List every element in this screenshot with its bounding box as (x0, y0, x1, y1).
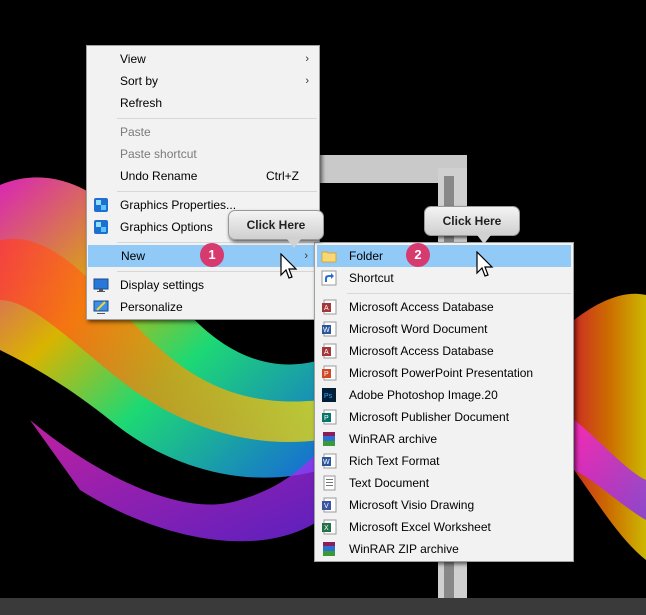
submenu-item-folder[interactable]: Folder (317, 245, 571, 267)
menu-item-label: Shortcut (349, 271, 394, 285)
folder-icon (321, 248, 337, 264)
menu-item-view[interactable]: View › (87, 48, 319, 70)
menu-item-label: Undo Rename (120, 169, 198, 183)
submenu-item-powerpoint[interactable]: P Microsoft PowerPoint Presentation (315, 362, 573, 384)
rtf-icon: W (321, 453, 337, 469)
menu-item-label: Text Document (349, 476, 430, 490)
excel-icon: X (321, 519, 337, 535)
svg-text:A: A (324, 305, 329, 312)
step-badge-2: 2 (406, 243, 430, 267)
menu-item-refresh[interactable]: Refresh (87, 92, 319, 114)
svg-text:Ps: Ps (324, 393, 333, 400)
step-badge-1: 1 (200, 243, 224, 267)
menu-separator (117, 191, 317, 192)
submenu-arrow-icon: › (304, 250, 308, 262)
powerpoint-icon: P (321, 365, 337, 381)
svg-text:W: W (323, 459, 330, 466)
menu-separator (347, 293, 571, 294)
visio-icon: V (321, 497, 337, 513)
menu-item-label: Folder (349, 249, 384, 263)
intel-graphics-icon (93, 219, 109, 235)
menu-separator (117, 118, 317, 119)
word-icon: W (321, 321, 337, 337)
menu-item-label: WinRAR archive (349, 432, 438, 446)
photoshop-icon: Ps (321, 387, 337, 403)
winrar-icon (321, 431, 337, 447)
menu-item-label: Graphics Options (120, 220, 213, 234)
access-icon: A (321, 299, 337, 315)
submenu-arrow-icon: › (305, 75, 309, 87)
winrar-zip-icon (321, 541, 337, 557)
submenu-item-access-database-2[interactable]: A Microsoft Access Database (315, 340, 573, 362)
menu-item-sort-by[interactable]: Sort by › (87, 70, 319, 92)
click-here-callout-1: Click Here (228, 210, 324, 248)
access-icon: A (321, 343, 337, 359)
submenu-item-winrar-archive[interactable]: WinRAR archive (315, 428, 573, 450)
svg-text:A: A (324, 349, 329, 356)
menu-item-label: Microsoft Excel Worksheet (349, 520, 491, 534)
submenu-item-rich-text[interactable]: W Rich Text Format (315, 450, 573, 472)
menu-item-label: Microsoft Access Database (349, 344, 494, 358)
menu-item-label: Microsoft Word Document (349, 322, 488, 336)
mouse-cursor-icon (476, 251, 494, 277)
menu-item-paste-shortcut[interactable]: Paste shortcut (87, 143, 319, 165)
publisher-icon: P (321, 409, 337, 425)
menu-item-label: Rich Text Format (349, 454, 440, 468)
menu-item-label: Paste shortcut (120, 147, 197, 161)
submenu-item-photoshop-image[interactable]: Ps Adobe Photoshop Image.20 (315, 384, 573, 406)
shortcut-icon (321, 270, 337, 286)
menu-item-label: Personalize (120, 300, 183, 314)
submenu-item-excel-worksheet[interactable]: X Microsoft Excel Worksheet (315, 516, 573, 538)
menu-item-label: Microsoft Access Database (349, 300, 494, 314)
submenu-item-winrar-zip[interactable]: WinRAR ZIP archive (315, 538, 573, 560)
submenu-item-shortcut[interactable]: Shortcut (315, 267, 573, 289)
intel-graphics-icon (93, 197, 109, 213)
menu-item-label: WinRAR ZIP archive (349, 542, 459, 556)
submenu-item-text-document[interactable]: Text Document (315, 472, 573, 494)
menu-item-personalize[interactable]: Personalize (87, 296, 319, 318)
menu-item-label: Refresh (120, 96, 163, 110)
menu-item-undo-rename[interactable]: Undo Rename Ctrl+Z (87, 165, 319, 187)
submenu-arrow-icon: › (305, 53, 309, 65)
menu-item-label: Microsoft Publisher Document (349, 410, 510, 424)
menu-item-label: Graphics Properties... (120, 198, 237, 212)
submenu-item-publisher[interactable]: P Microsoft Publisher Document (315, 406, 573, 428)
personalize-icon (93, 299, 109, 315)
display-icon (93, 277, 109, 293)
menu-item-label: Sort by (120, 74, 159, 88)
menu-item-label: Microsoft Visio Drawing (349, 498, 475, 512)
keyboard-shortcut: Ctrl+Z (266, 169, 299, 183)
svg-text:X: X (324, 525, 329, 532)
mouse-cursor-icon (280, 253, 298, 279)
menu-item-label: Paste (120, 125, 151, 139)
svg-text:W: W (323, 327, 330, 334)
menu-item-label: Display settings (120, 278, 205, 292)
text-icon (321, 475, 337, 491)
submenu-item-word-document[interactable]: W Microsoft Word Document (315, 318, 573, 340)
svg-text:P: P (324, 415, 329, 422)
svg-text:P: P (324, 371, 329, 378)
menu-item-label: View (120, 52, 146, 66)
click-here-callout-2: Click Here (424, 206, 520, 244)
submenu-item-access-database[interactable]: A Microsoft Access Database (315, 296, 573, 318)
menu-item-paste[interactable]: Paste (87, 121, 319, 143)
submenu-item-visio-drawing[interactable]: V Microsoft Visio Drawing (315, 494, 573, 516)
menu-item-label: Microsoft PowerPoint Presentation (349, 366, 534, 380)
menu-item-label: Adobe Photoshop Image.20 (349, 388, 498, 402)
svg-text:V: V (324, 503, 329, 510)
menu-item-label: New (121, 249, 146, 263)
new-submenu: Folder Shortcut A Microsoft Access Datab… (314, 242, 574, 562)
